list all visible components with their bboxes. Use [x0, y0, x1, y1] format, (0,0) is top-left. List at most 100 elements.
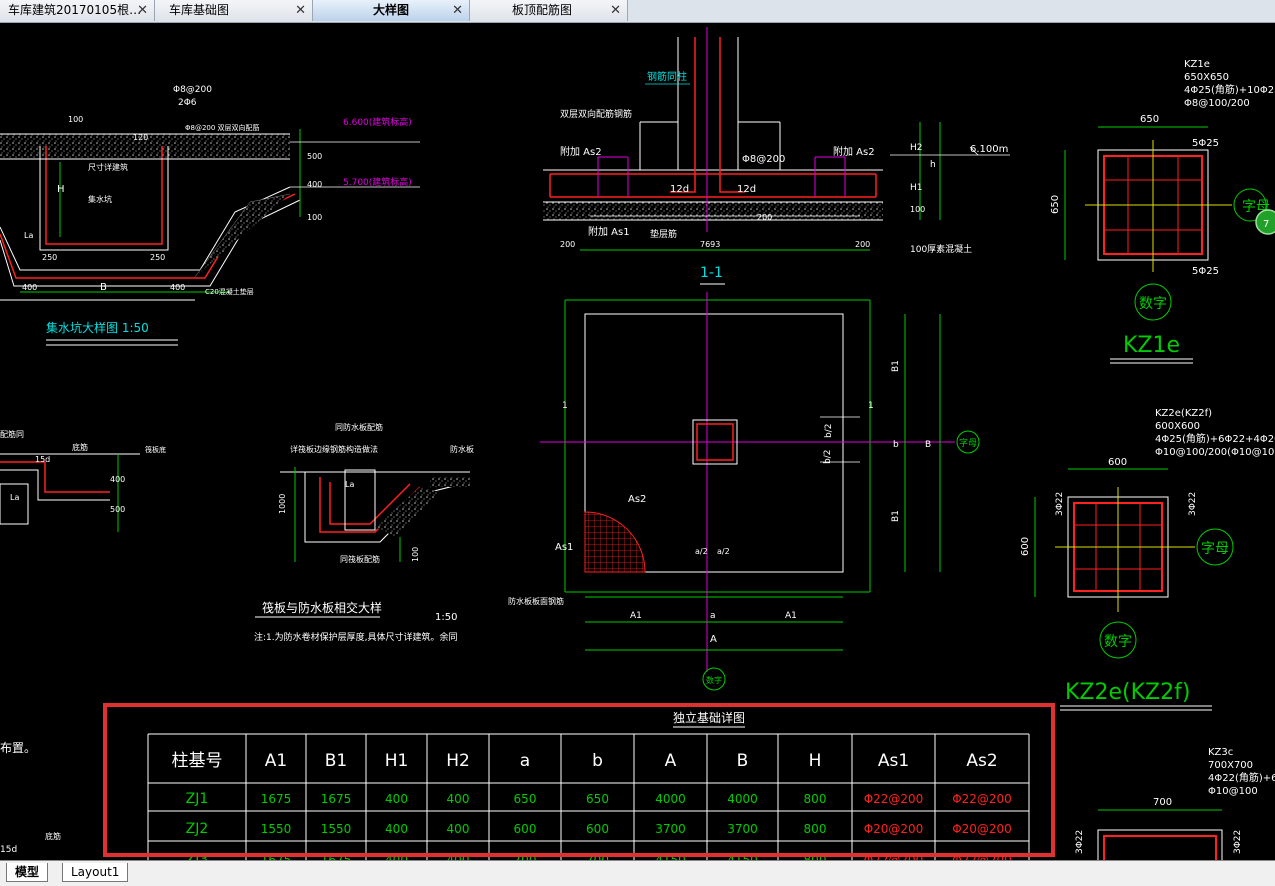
table-cell: 4000: [727, 792, 758, 806]
tab-garage-architecture[interactable]: 车库建筑20170105根… ✕: [0, 0, 155, 21]
sump-label: 100: [68, 115, 83, 124]
detail-label: 底筋: [72, 442, 88, 452]
section-label: h: [930, 160, 936, 170]
table-cell: 400: [385, 822, 408, 836]
axis-bubble-label: 字母: [959, 437, 977, 449]
tab-layout1[interactable]: Layout1: [62, 863, 129, 882]
floating-widget-num: 7: [1263, 219, 1269, 230]
section-label: 12d: [737, 184, 756, 195]
sump-pit-detail: Φ8@200 2Φ6 120 100 Φ8@200 双层双向配筋 6.600(建…: [0, 85, 420, 346]
plan-dim: a: [710, 611, 716, 621]
section-label: 附加 As1: [588, 225, 630, 238]
sump-label: Φ8@200 双层双向配筋: [185, 123, 260, 132]
close-icon[interactable]: ✕: [295, 0, 306, 21]
table-header-cell: A: [665, 751, 677, 771]
sump-elevation: 6.600(建筑标高): [343, 116, 412, 128]
plan-dim: b/2: [823, 450, 833, 464]
left-edge-text: 布置。: [0, 741, 36, 755]
sump-label: 2Φ6: [178, 98, 197, 108]
section-hatch: [543, 202, 883, 220]
section-elevation: 6.100m: [970, 144, 1008, 155]
footing-schedule-table: 独立基础详图 柱基号 A1 B1 H1 H2 a b A B H As1 As2 ZJ1 1675 1675…: [103, 703, 1055, 868]
tab-model[interactable]: 模型: [6, 863, 49, 882]
kz2e-info: Φ10@100/200(Φ10@100): [1155, 447, 1275, 458]
tab-slab-reinforcement[interactable]: 板顶配筋图 ✕: [470, 0, 628, 21]
section-dim: 200: [855, 240, 870, 249]
table-header-cell: 柱基号: [172, 751, 223, 771]
table-cell: Φ20@200: [864, 822, 924, 836]
tab-detail-drawing[interactable]: 大样图 ✕: [313, 0, 470, 21]
plan-dim: a/2: [717, 547, 730, 556]
table-cell: 4000: [655, 792, 686, 806]
plan-label: As1: [555, 542, 573, 553]
kz2e-dim: 600: [1020, 537, 1031, 556]
sump-label: 400: [22, 283, 37, 292]
sump-label: B: [100, 282, 107, 293]
table-header-cell: H1: [385, 751, 409, 771]
kz3c-bars: 3Φ22: [1233, 830, 1243, 854]
kz3c-info: Φ10@100: [1208, 786, 1258, 797]
table-header-cell: As2: [966, 751, 997, 771]
table-cell: 3700: [727, 822, 758, 836]
close-icon[interactable]: ✕: [137, 0, 148, 21]
table-cell: 1550: [261, 822, 292, 836]
joint-dim: 100: [411, 547, 420, 562]
table-cell: ZJ2: [186, 821, 209, 837]
axis-bubble-label: 数字: [706, 675, 722, 685]
close-icon[interactable]: ✕: [610, 0, 621, 21]
kz1e-info: KZ1e: [1184, 59, 1210, 70]
kz1e-info: 650X650: [1184, 72, 1229, 83]
kz2e-title: KZ2e(KZ2f): [1065, 680, 1190, 705]
joint-label: La: [345, 480, 354, 489]
joint-label: 详筏板边缘钢筋构造做法: [290, 444, 378, 454]
kz2e-bars: 3Φ22: [1188, 492, 1198, 516]
sump-label: 100: [307, 213, 322, 222]
detail-label: 400: [110, 475, 125, 484]
kz2e-bubble-letter: 字母: [1201, 541, 1229, 557]
close-icon[interactable]: ✕: [452, 0, 463, 21]
slab-hatch: [0, 134, 180, 159]
section-label: 垫层筋: [650, 228, 677, 240]
kz3c-info: 700X700: [1208, 760, 1253, 771]
left-edge-text: 底筋: [45, 831, 61, 841]
plan-dim: B1: [891, 360, 901, 372]
tab-garage-foundation[interactable]: 车库基础图 ✕: [155, 0, 313, 21]
section-label: H1: [910, 183, 923, 193]
table-header-cell: B: [737, 751, 749, 771]
joint-detail-note: 注:1.为防水卷材保护层厚度,具体尺寸详建筑。余同: [254, 631, 457, 643]
section-label: 附加 As2: [833, 145, 875, 158]
plan-dim: A1: [785, 611, 797, 621]
table-cell: 1675: [261, 792, 292, 806]
plan-dim: b: [893, 440, 899, 450]
table-cell: 800: [804, 792, 827, 806]
sump-label: 250: [42, 253, 57, 262]
table-cell: Φ20@200: [952, 822, 1012, 836]
cad-drawing-canvas[interactable]: Φ8@200 2Φ6 120 100 Φ8@200 双层双向配筋 6.600(建…: [0, 22, 1275, 877]
section-label: 100厚素混凝土: [910, 243, 972, 255]
table-cell: 400: [385, 792, 408, 806]
sump-label: 400: [307, 180, 322, 189]
table-cells: 柱基号 A1 B1 H1 H2 a b A B H As1 As2 ZJ1 1675 1675 400 400 6…: [172, 751, 1012, 868]
sump-label: H: [57, 184, 65, 195]
tab-label: 车库建筑20170105根…: [8, 3, 142, 17]
joint-dim: 1000: [278, 494, 287, 514]
detail-label: 配筋同: [0, 429, 24, 439]
plan-dim: A1: [630, 611, 642, 621]
kz1e-bubble-num: 数字: [1139, 296, 1167, 312]
table-header-cell: B1: [325, 751, 347, 771]
sump-label: Φ8@200: [173, 85, 212, 95]
sump-label: 500: [307, 152, 322, 161]
table-cell: 800: [804, 822, 827, 836]
plan-dim: B: [925, 440, 931, 450]
kz1e-bars: 5Φ25: [1192, 266, 1219, 277]
table-cell: 400: [447, 822, 470, 836]
kz1e-info: 4Φ25(角筋)+10Φ25,: [1184, 83, 1275, 96]
table-cell: Φ22@200: [864, 792, 924, 806]
section-label: 钢筋同柱: [647, 70, 687, 83]
detail-label: 500: [110, 505, 125, 514]
section-dim: 7693: [700, 240, 720, 249]
table-cell: Φ22@200: [952, 792, 1012, 806]
plan-label: 防水板板面钢筋: [508, 596, 564, 606]
kz2e-info: 4Φ25(角筋)+6Φ22+4Φ20: [1155, 432, 1275, 445]
left-edge-text: 15d: [0, 845, 17, 855]
